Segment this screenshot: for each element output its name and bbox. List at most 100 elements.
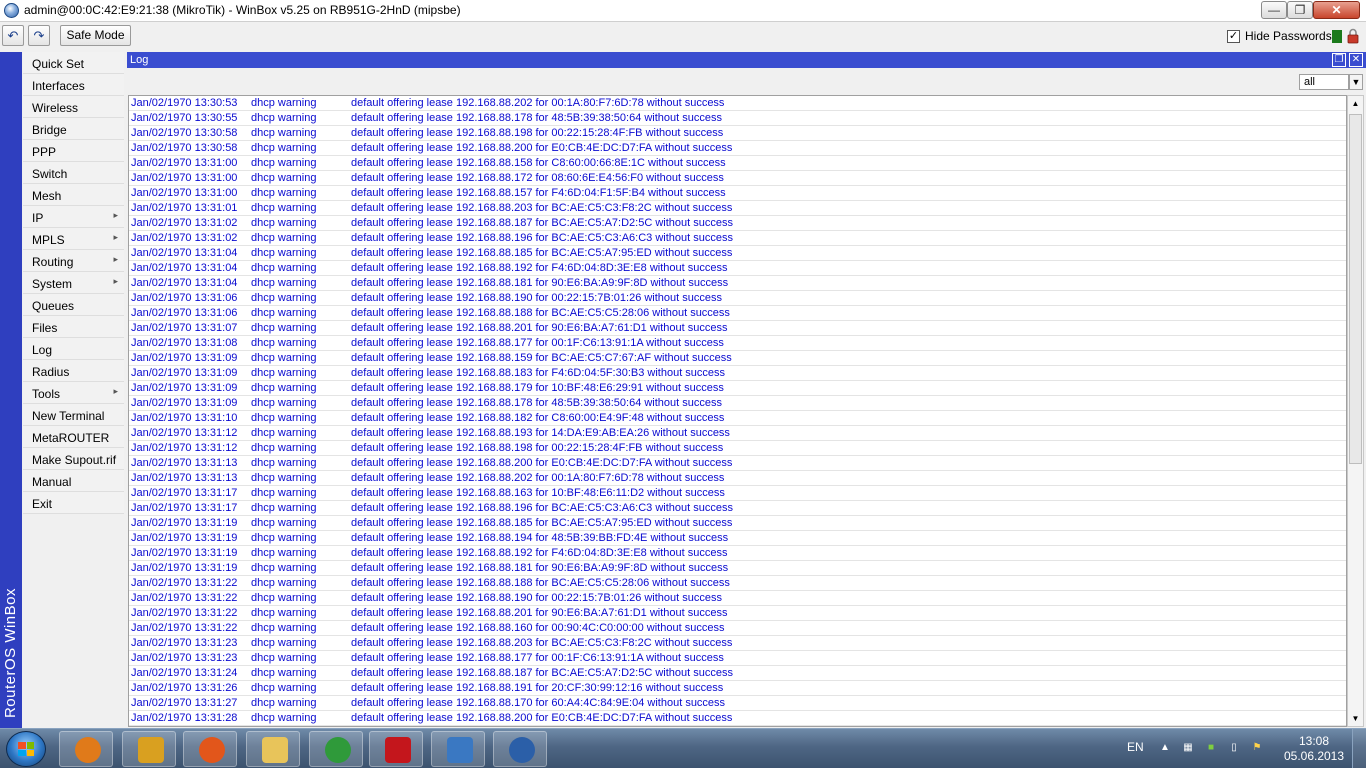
log-row[interactable]: Jan/02/1970 13:31:00 dhcp warning default …	[129, 171, 1346, 186]
menu-item-queues[interactable]: Queues	[23, 294, 124, 316]
log-row[interactable]: Jan/02/1970 13:31:07 dhcp warning default …	[129, 321, 1346, 336]
log-row[interactable]: Jan/02/1970 13:31:04 dhcp warning default …	[129, 246, 1346, 261]
log-row[interactable]: Jan/02/1970 13:31:00 dhcp warning default …	[129, 156, 1346, 171]
log-restore-button[interactable]: ❐	[1332, 53, 1346, 67]
taskbar-app-button[interactable]	[246, 731, 300, 767]
log-row[interactable]: Jan/02/1970 13:30:53 dhcp warning default …	[129, 96, 1346, 111]
log-message-cell: default offering lease 192.168.88.198 fo…	[351, 127, 724, 139]
log-row[interactable]: Jan/02/1970 13:30:58 dhcp warning default …	[129, 141, 1346, 156]
log-row[interactable]: Jan/02/1970 13:31:19 dhcp warning default …	[129, 516, 1346, 531]
log-row[interactable]: Jan/02/1970 13:31:22 dhcp warning default …	[129, 606, 1346, 621]
log-row[interactable]: Jan/02/1970 13:30:55 dhcp warning default …	[129, 111, 1346, 126]
log-row[interactable]: Jan/02/1970 13:31:23 dhcp warning default …	[129, 636, 1346, 651]
log-close-button[interactable]: ✕	[1349, 53, 1363, 67]
log-scrollbar[interactable]: ▲ ▼	[1347, 95, 1364, 727]
menu-item-files[interactable]: Files	[23, 316, 124, 338]
menu-item-exit[interactable]: Exit	[23, 492, 124, 514]
menu-item-system[interactable]: System ▸	[23, 272, 124, 294]
taskbar-app-button[interactable]	[309, 731, 363, 767]
log-row[interactable]: Jan/02/1970 13:31:04 dhcp warning default …	[129, 276, 1346, 291]
log-time-cell: Jan/02/1970 13:30:55	[131, 112, 238, 124]
log-row[interactable]: Jan/02/1970 13:31:23 dhcp warning default …	[129, 651, 1346, 666]
log-row[interactable]: Jan/02/1970 13:31:01 dhcp warning default …	[129, 201, 1346, 216]
log-row[interactable]: Jan/02/1970 13:31:22 dhcp warning default …	[129, 591, 1346, 606]
log-row[interactable]: Jan/02/1970 13:31:10 dhcp warning default …	[129, 411, 1346, 426]
language-indicator[interactable]: EN	[1127, 740, 1144, 754]
menu-item-mesh[interactable]: Mesh	[23, 184, 124, 206]
show-desktop-button[interactable]	[1352, 729, 1366, 768]
log-row[interactable]: Jan/02/1970 13:31:09 dhcp warning default …	[129, 381, 1346, 396]
log-row[interactable]: Jan/02/1970 13:31:17 dhcp warning default …	[129, 486, 1346, 501]
menu-item-switch[interactable]: Switch	[23, 162, 124, 184]
taskbar-app-button[interactable]	[183, 731, 237, 767]
action-center-flag-icon[interactable]: ⚑	[1250, 741, 1264, 755]
log-row[interactable]: Jan/02/1970 13:31:13 dhcp warning default …	[129, 456, 1346, 471]
network-icon[interactable]: ▦	[1181, 741, 1195, 755]
log-row[interactable]: Jan/02/1970 13:30:58 dhcp warning default …	[129, 126, 1346, 141]
log-row[interactable]: Jan/02/1970 13:31:13 dhcp warning default …	[129, 471, 1346, 486]
log-row[interactable]: Jan/02/1970 13:31:12 dhcp warning default …	[129, 441, 1346, 456]
scroll-up-button[interactable]: ▲	[1348, 96, 1363, 111]
log-row[interactable]: Jan/02/1970 13:31:17 dhcp warning default …	[129, 501, 1346, 516]
log-row[interactable]: Jan/02/1970 13:31:24 dhcp warning default …	[129, 666, 1346, 681]
hide-passwords-toggle[interactable]: ✓ Hide Passwords	[1227, 28, 1332, 44]
taskbar-app-button[interactable]	[369, 731, 423, 767]
log-row[interactable]: Jan/02/1970 13:31:04 dhcp warning default …	[129, 261, 1346, 276]
log-row[interactable]: Jan/02/1970 13:31:28 dhcp warning default …	[129, 711, 1346, 726]
log-row[interactable]: Jan/02/1970 13:31:09 dhcp warning default …	[129, 396, 1346, 411]
log-row[interactable]: Jan/02/1970 13:31:22 dhcp warning default …	[129, 621, 1346, 636]
menu-item-bridge[interactable]: Bridge	[23, 118, 124, 140]
redo-button[interactable]: ↷	[28, 25, 50, 46]
menu-item-quick-set[interactable]: Quick Set	[23, 52, 124, 74]
menu-item-new-terminal[interactable]: New Terminal	[23, 404, 124, 426]
menu-item-routing[interactable]: Routing ▸	[23, 250, 124, 272]
hide-passwords-checkbox[interactable]: ✓	[1227, 29, 1240, 43]
log-row[interactable]: Jan/02/1970 13:31:02 dhcp warning default …	[129, 216, 1346, 231]
minimize-button[interactable]: —	[1261, 1, 1287, 19]
log-row[interactable]: Jan/02/1970 13:31:27 dhcp warning default …	[129, 696, 1346, 711]
menu-item-log[interactable]: Log	[23, 338, 124, 360]
menu-item-tools[interactable]: Tools ▸	[23, 382, 124, 404]
log-row[interactable]: Jan/02/1970 13:31:12 dhcp warning default …	[129, 426, 1346, 441]
log-row[interactable]: Jan/02/1970 13:31:08 dhcp warning default …	[129, 336, 1346, 351]
log-row[interactable]: Jan/02/1970 13:31:19 dhcp warning default …	[129, 561, 1346, 576]
log-row[interactable]: Jan/02/1970 13:31:09 dhcp warning default …	[129, 366, 1346, 381]
scroll-down-button[interactable]: ▼	[1348, 711, 1363, 726]
log-row[interactable]: Jan/02/1970 13:31:06 dhcp warning default …	[129, 306, 1346, 321]
close-button[interactable]: ✕	[1313, 1, 1360, 19]
nvidia-icon[interactable]: ■	[1204, 741, 1218, 755]
menu-item-interfaces[interactable]: Interfaces	[23, 74, 124, 96]
menu-item-ppp[interactable]: PPP	[23, 140, 124, 162]
system-clock[interactable]: 13:08 05.06.2013	[1282, 734, 1346, 764]
log-row[interactable]: Jan/02/1970 13:31:26 dhcp warning default …	[129, 681, 1346, 696]
log-row[interactable]: Jan/02/1970 13:31:06 dhcp warning default …	[129, 291, 1346, 306]
log-row[interactable]: Jan/02/1970 13:31:09 dhcp warning default …	[129, 351, 1346, 366]
log-row[interactable]: Jan/02/1970 13:31:22 dhcp warning default …	[129, 576, 1346, 591]
menu-item-mpls[interactable]: MPLS ▸	[23, 228, 124, 250]
menu-item-manual[interactable]: Manual	[23, 470, 124, 492]
undo-button[interactable]: ↶	[2, 25, 24, 46]
safe-mode-button[interactable]: Safe Mode	[60, 25, 131, 46]
chrome-icon	[325, 737, 351, 763]
log-row[interactable]: Jan/02/1970 13:31:19 dhcp warning default …	[129, 546, 1346, 561]
menu-item-wireless[interactable]: Wireless	[23, 96, 124, 118]
menu-item-ip[interactable]: IP ▸	[23, 206, 124, 228]
taskbar-app-button[interactable]	[59, 731, 113, 767]
menu-item-radius[interactable]: Radius	[23, 360, 124, 382]
log-row[interactable]: Jan/02/1970 13:31:19 dhcp warning default …	[129, 531, 1346, 546]
menu-item-metarouter[interactable]: MetaROUTER	[23, 426, 124, 448]
log-filter-select[interactable]: all	[1299, 74, 1349, 90]
battery-icon[interactable]: ▯	[1227, 741, 1241, 755]
taskbar-app-button[interactable]	[493, 731, 547, 767]
taskbar-app-button[interactable]	[431, 731, 485, 767]
scrollbar-thumb[interactable]	[1349, 114, 1362, 464]
log-time-cell: Jan/02/1970 13:30:58	[131, 142, 238, 154]
log-row[interactable]: Jan/02/1970 13:31:00 dhcp warning default …	[129, 186, 1346, 201]
log-row[interactable]: Jan/02/1970 13:31:02 dhcp warning default …	[129, 231, 1346, 246]
start-button[interactable]	[6, 731, 46, 767]
log-filter-dropdown-button[interactable]: ▼	[1349, 74, 1363, 90]
menu-item-make-supout-rif[interactable]: Make Supout.rif	[23, 448, 124, 470]
show-hidden-icons-icon[interactable]: ▲	[1158, 741, 1172, 755]
maximize-button[interactable]: ❐	[1287, 1, 1313, 19]
taskbar-app-button[interactable]	[122, 731, 176, 767]
